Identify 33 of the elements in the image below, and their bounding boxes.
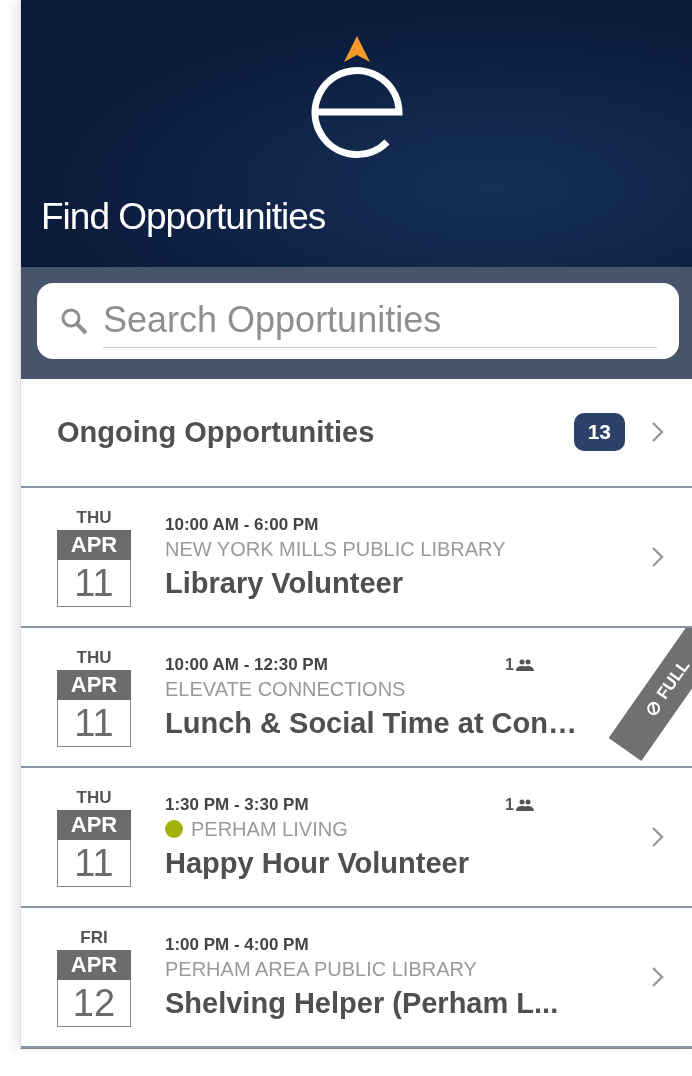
weekday-label: THU — [76, 507, 112, 528]
search-field[interactable]: Search Opportunities — [37, 282, 679, 359]
time-range: 1:30 PM - 3:30 PM — [165, 794, 310, 815]
attendee-count: 1 — [505, 795, 514, 814]
page-title: Find Opportunities — [41, 196, 326, 238]
month-label: APR — [57, 529, 131, 560]
day-number: 11 — [57, 559, 131, 607]
organization-name: ELEVATE CONNECTIONS — [165, 677, 406, 701]
people-icon — [515, 798, 534, 811]
time-range: 1:00 PM - 4:00 PM — [165, 934, 310, 955]
ongoing-opportunities-label[interactable]: Ongoing Opportunities — [57, 415, 574, 449]
weekday-label: THU — [76, 787, 112, 808]
organization-name: NEW YORK MILLS PUBLIC LIBRARY — [165, 537, 506, 561]
organization-name: PERHAM LIVING — [191, 817, 348, 841]
time-range: 10:00 AM - 12:30 PM — [165, 654, 329, 675]
month-label: APR — [57, 809, 131, 840]
weekday-label: THU — [76, 647, 112, 668]
people-icon — [515, 658, 534, 671]
weekday-label: FRI — [80, 927, 108, 948]
time-range: 10:00 AM - 6:00 PM — [165, 514, 320, 535]
day-number: 12 — [57, 979, 131, 1027]
chevron-right-icon — [651, 421, 665, 444]
month-label: APR — [57, 949, 131, 980]
opportunity-title[interactable]: Happy Hour Volunteer — [165, 846, 469, 880]
organization-name: PERHAM AREA PUBLIC LIBRARY — [165, 957, 477, 981]
attendee-count: 1 — [505, 655, 514, 674]
day-number: 11 — [57, 699, 131, 747]
opportunity-title[interactable]: Shelving Helper (Perham L... — [165, 986, 559, 1020]
month-label: APR — [57, 669, 131, 700]
count-badge: 13 — [573, 413, 625, 452]
day-number: 11 — [57, 839, 131, 887]
opportunity-title[interactable]: Lunch & Social Time at Con… — [165, 706, 577, 740]
opportunity-title[interactable]: Library Volunteer — [165, 566, 403, 600]
